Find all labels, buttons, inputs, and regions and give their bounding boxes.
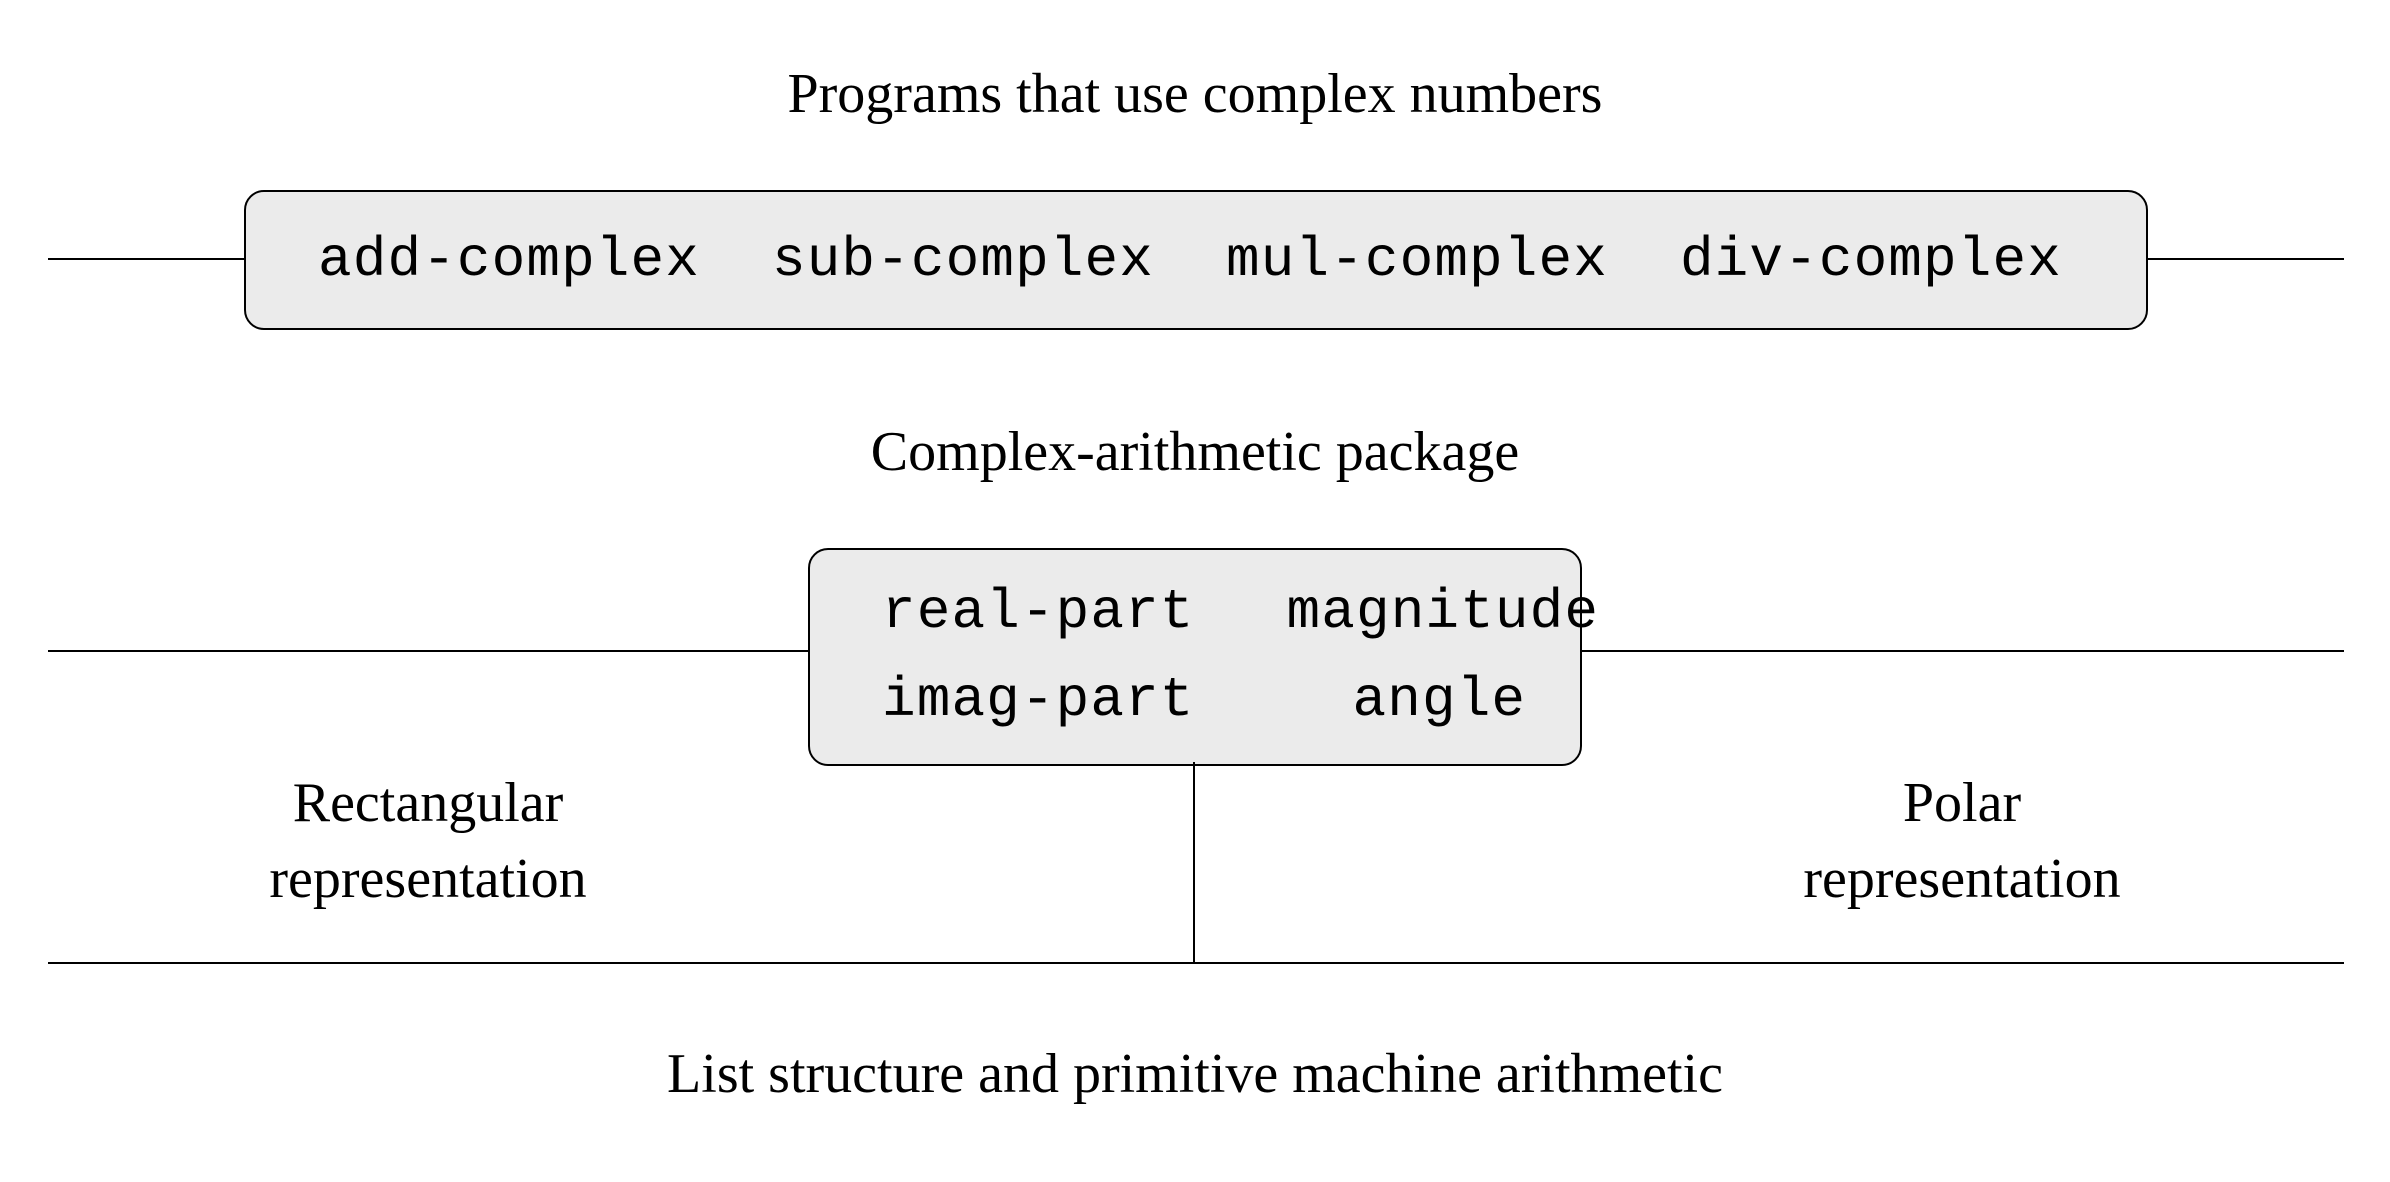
top-layer-label: Programs that use complex numbers — [0, 62, 2390, 126]
op-sub-complex: sub-complex — [772, 228, 1154, 292]
barrier-line-1-right — [2148, 258, 2344, 260]
barrier-line-3 — [48, 962, 2344, 964]
selectors-row-2: imag-part angle — [882, 668, 1526, 732]
selector-real-part: real-part — [882, 580, 1195, 644]
barrier-line-2-right — [1580, 650, 2344, 652]
polar-rep-line1: Polar — [1903, 772, 2021, 834]
rectangular-rep-line1: Rectangular — [293, 772, 564, 834]
op-mul-complex: mul-complex — [1226, 228, 1608, 292]
selector-angle: angle — [1353, 668, 1527, 732]
barrier-line-1-left — [48, 258, 244, 260]
selector-imag-part: imag-part — [882, 668, 1195, 732]
rectangular-rep-label: Rectangular representation — [48, 766, 808, 917]
op-add-complex: add-complex — [318, 228, 700, 292]
op-div-complex: div-complex — [1680, 228, 2062, 292]
arithmetic-ops-row: add-complex sub-complex mul-complex div-… — [318, 228, 2062, 292]
vertical-divider — [1193, 762, 1195, 962]
barrier-line-2-left — [48, 650, 808, 652]
selector-magnitude: magnitude — [1287, 580, 1600, 644]
arithmetic-ops-box: add-complex sub-complex mul-complex div-… — [244, 190, 2148, 330]
diagram-root: Programs that use complex numbers add-co… — [0, 0, 2390, 1182]
rectangular-rep-line2: representation — [269, 848, 586, 910]
middle-layer-label: Complex-arithmetic package — [0, 420, 2390, 484]
selectors-box: real-part magnitude imag-part angle — [808, 548, 1582, 766]
selectors-row-1: real-part magnitude — [882, 580, 1599, 644]
polar-rep-line2: representation — [1803, 848, 2120, 910]
bottom-layer-label: List structure and primitive machine ari… — [0, 1042, 2390, 1106]
polar-rep-label: Polar representation — [1580, 766, 2344, 917]
